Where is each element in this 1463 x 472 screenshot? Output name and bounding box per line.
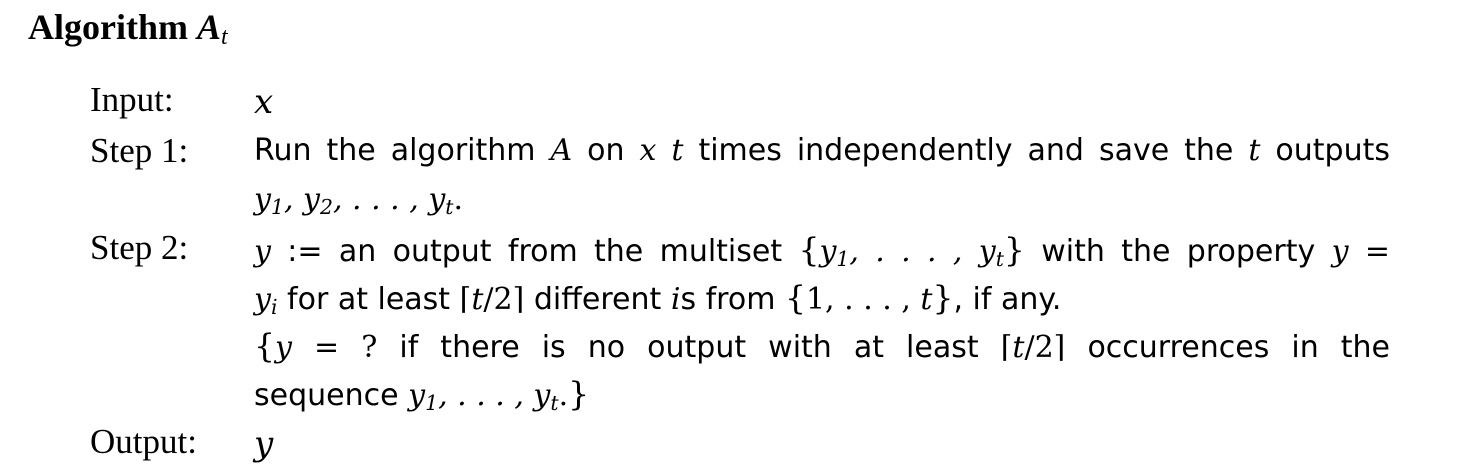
step1-line-1: Run the algorithm A on x t times indepen… [254,133,1391,168]
input-var: x [254,82,274,122]
input-value: x [254,82,1390,122]
output-label: Output: [90,422,197,461]
step2-line-1: y := an output from the multiset {y1, . … [254,230,1390,272]
step1-label: Step 1: [90,131,189,170]
input-label: Input: [90,80,174,119]
step2-line-3: {y = ? if there is no output with at lea… [254,326,1391,365]
title-var: A [196,7,221,47]
output-value: y [254,424,1390,464]
step1-line-2: y1, y2, . . . , yt. [254,182,464,220]
step2-line-4: sequence y1, . . . , yt.} [254,374,590,416]
title-word: Algorithm [28,7,188,47]
title-sub: t [221,23,228,50]
output-var: y [254,424,274,464]
algorithm-title: Algorithm At [28,6,228,51]
step2-label: Step 2: [90,228,189,267]
step2-line-2: yi for at least ⌈t/2⌉ different is from … [254,278,1062,320]
